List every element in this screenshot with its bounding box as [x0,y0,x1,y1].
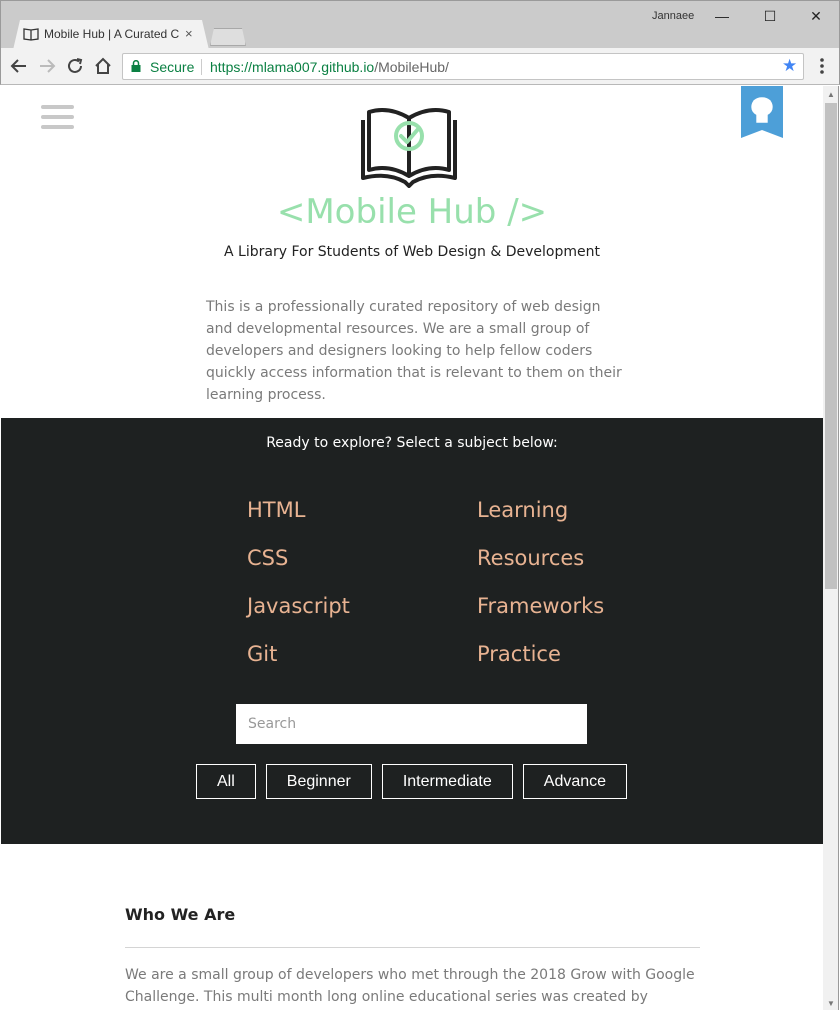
tab-title: Mobile Hub | A Curated C [44,27,180,41]
intro-paragraph: This is a professionally curated reposit… [206,299,622,403]
page-scrollbar[interactable]: ▲ ▼ [823,86,839,1010]
level-filter-group: All Beginner Intermediate Advance [196,764,628,799]
explore-section: Ready to explore? Select a subject below… [1,418,823,844]
subject-link-html[interactable]: HTML [247,498,477,522]
close-window-icon[interactable]: ✕ [801,6,831,26]
address-bar[interactable]: Secure https://mlama007.github.io/Mobile… [122,53,804,80]
profile-name[interactable]: Jannaee [652,10,694,22]
site-title: <Mobile Hub /> [276,192,548,232]
level-advance-button[interactable]: Advance [522,764,628,799]
url-text[interactable]: https://mlama007.github.io/MobileHub/ [210,59,449,75]
lock-icon [131,60,141,72]
browser-menu-icon[interactable] [814,56,830,76]
subject-grid: HTML Learning CSS Resources Javascript F… [247,498,667,666]
level-beginner-button[interactable]: Beginner [265,764,372,799]
search-input[interactable] [236,704,587,744]
secure-label: Secure [150,59,195,75]
title-bar: Mobile Hub | A Curated C × Jannaee — ☐ ✕ [0,0,840,50]
subject-link-javascript[interactable]: Javascript [247,594,477,618]
page-viewport: <Mobile Hub /> A Library For Students of… [1,86,823,1010]
site-tagline: A Library For Students of Web Design & D… [224,244,600,260]
subject-link-frameworks[interactable]: Frameworks [477,594,667,618]
tab-close-icon[interactable]: × [185,26,193,41]
bookmark-star-icon[interactable]: ★ [782,56,797,76]
github-ribbon-icon[interactable] [741,86,783,138]
omnibox-divider [201,59,202,75]
minimize-icon[interactable]: — [707,6,737,26]
hamburger-menu-icon[interactable] [41,105,74,129]
open-book-logo-icon [361,108,457,188]
browser-tab[interactable]: Mobile Hub | A Curated C × [13,20,209,50]
level-all-button[interactable]: All [196,764,256,799]
forward-arrow-icon[interactable] [38,57,56,75]
subject-link-git[interactable]: Git [247,642,477,666]
scroll-up-icon[interactable]: ▲ [827,90,835,99]
browser-toolbar: Secure https://mlama007.github.io/Mobile… [0,48,840,85]
home-icon[interactable] [94,57,112,75]
url-domain: mlama007.github.io [252,59,375,75]
about-divider [125,947,700,948]
url-scheme: https:// [210,59,253,75]
scroll-down-icon[interactable]: ▼ [827,999,835,1008]
book-favicon-icon [23,28,39,41]
scrollbar-thumb[interactable] [825,103,837,589]
explore-prompt: Ready to explore? Select a subject below… [266,435,558,451]
reload-icon[interactable] [66,57,84,75]
subject-link-css[interactable]: CSS [247,546,477,570]
url-path: /MobileHub/ [374,59,449,75]
subject-link-resources[interactable]: Resources [477,546,667,570]
level-intermediate-button[interactable]: Intermediate [381,764,513,799]
subject-link-practice[interactable]: Practice [477,642,667,666]
about-paragraph: We are a small group of developers who m… [125,967,695,1005]
new-tab-button[interactable] [210,28,246,46]
maximize-icon[interactable]: ☐ [755,6,785,26]
subject-link-learning[interactable]: Learning [477,498,667,522]
back-arrow-icon[interactable] [10,57,28,75]
about-heading: Who We Are [125,905,236,924]
